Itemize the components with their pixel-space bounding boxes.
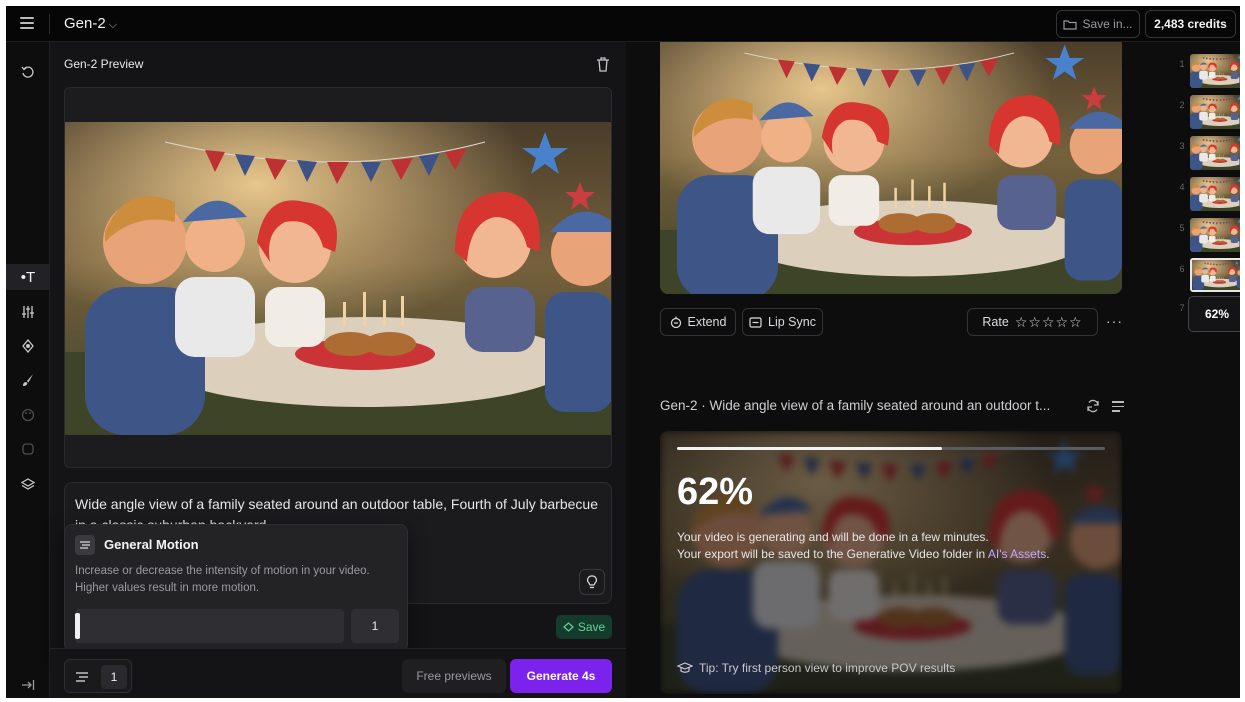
rate-control[interactable]: Rate ☆☆☆☆☆ bbox=[967, 308, 1098, 336]
generation-history: 1 2 3 4 5 6 7 62% bbox=[1176, 42, 1240, 698]
extend-button[interactable]: Extend bbox=[660, 308, 736, 336]
save-button[interactable]: Save bbox=[556, 615, 612, 639]
history-thumbnail[interactable] bbox=[1190, 177, 1240, 211]
chevron-down-icon: ⌵ bbox=[108, 19, 118, 31]
text-tool-icon[interactable]: • T bbox=[6, 264, 50, 290]
tip: Tip: Try first person view to improve PO… bbox=[677, 661, 955, 675]
palette-icon[interactable] bbox=[15, 402, 41, 428]
motion-slider[interactable] bbox=[75, 609, 344, 643]
panel-title: Gen-2 Preview bbox=[64, 57, 144, 71]
thumb-number: 5 bbox=[1179, 223, 1185, 233]
rating-stars[interactable]: ☆☆☆☆☆ bbox=[1015, 314, 1083, 331]
generate-button[interactable]: Generate 4s bbox=[510, 659, 612, 693]
message-prefix: Your export will be saved to the Generat… bbox=[677, 547, 988, 561]
progress-percentage: 62% bbox=[677, 471, 754, 513]
project-title-label: Gen-2 bbox=[64, 15, 106, 32]
lip-sync-label: Lip Sync bbox=[768, 315, 816, 329]
lip-sync-button[interactable]: Lip Sync bbox=[742, 308, 823, 336]
preview-panel: Gen-2 Preview Wide angle view of a famil… bbox=[50, 42, 626, 698]
general-motion-popover: General Motion Increase or decrease the … bbox=[64, 524, 408, 652]
brush-icon[interactable] bbox=[15, 367, 41, 393]
credits-button[interactable]: 2,483 credits bbox=[1145, 10, 1236, 38]
progress-bar bbox=[677, 447, 1105, 450]
list-icon[interactable] bbox=[1112, 401, 1124, 415]
generation-message: Your video is generating and will be don… bbox=[677, 529, 1050, 563]
video-actions: Extend Lip Sync Rate ☆☆☆☆☆ ··· bbox=[660, 308, 1122, 336]
motion-icon bbox=[75, 535, 95, 555]
thumb-number: 1 bbox=[1179, 59, 1185, 69]
sliders-icon[interactable] bbox=[15, 299, 41, 325]
video-image bbox=[660, 42, 1122, 294]
bottom-bar: 1 Free previews Generate 4s bbox=[50, 648, 626, 698]
project-title[interactable]: Gen-2 ⌵ bbox=[64, 15, 117, 32]
slider-thumb[interactable] bbox=[75, 613, 80, 639]
generation-progress-card: 62% Your video is generating and will be… bbox=[660, 431, 1122, 694]
history-thumbnail[interactable] bbox=[1190, 136, 1240, 170]
extend-label: Extend bbox=[687, 315, 727, 329]
history-thumbnail[interactable] bbox=[1190, 95, 1240, 129]
ai-assets-link[interactable]: AI's Assets bbox=[988, 547, 1046, 561]
extend-icon bbox=[670, 316, 681, 328]
lip-sync-icon bbox=[749, 316, 762, 328]
history-thumbnail-progress[interactable]: 62% bbox=[1188, 296, 1240, 332]
camera-move-icon[interactable] bbox=[15, 333, 41, 359]
thumb-number: 2 bbox=[1179, 100, 1185, 110]
credits-label: 2,483 credits bbox=[1154, 17, 1227, 31]
results-area: Extend Lip Sync Rate ☆☆☆☆☆ ··· Gen-2 · W… bbox=[626, 42, 1176, 698]
preview-image bbox=[65, 122, 611, 435]
generation-title: Gen-2 · Wide angle view of a family seat… bbox=[660, 398, 1051, 413]
top-bar: Gen-2 ⌵ Save in... 2,483 credits bbox=[6, 6, 1240, 42]
save-label: Save bbox=[577, 620, 606, 634]
message-line-1: Your video is generating and will be don… bbox=[677, 530, 989, 544]
motion-value-input[interactable]: 1 bbox=[351, 609, 399, 643]
save-in-button[interactable]: Save in... bbox=[1056, 10, 1140, 38]
motion-setting-button[interactable]: 1 bbox=[64, 659, 132, 693]
text-tool-label: T bbox=[26, 268, 36, 286]
folder-icon bbox=[1063, 19, 1078, 30]
thumb-number: 6 bbox=[1179, 264, 1185, 274]
motion-value: 1 bbox=[101, 665, 127, 689]
app-window: Gen-2 ⌵ Save in... 2,483 credits • T Gen… bbox=[6, 6, 1240, 698]
message-line-2: Your export will be saved to the Generat… bbox=[677, 546, 1050, 563]
thumb-number: 3 bbox=[1179, 141, 1185, 151]
message-suffix: . bbox=[1046, 547, 1050, 561]
history-icon[interactable] bbox=[15, 59, 41, 85]
frame-icon[interactable] bbox=[15, 436, 41, 462]
lightbulb-icon[interactable] bbox=[579, 569, 605, 595]
preview-frame bbox=[64, 87, 612, 468]
history-thumbnail-selected[interactable] bbox=[1190, 258, 1240, 292]
history-thumbnail[interactable] bbox=[1190, 218, 1240, 252]
popover-description: Increase or decrease the intensity of mo… bbox=[75, 565, 370, 594]
progress-fill bbox=[677, 447, 943, 450]
motion-icon bbox=[75, 670, 89, 688]
thumb-number: 7 bbox=[1179, 303, 1185, 313]
popover-title: General Motion bbox=[104, 537, 199, 552]
graduation-cap-icon bbox=[677, 662, 693, 673]
history-thumbnail[interactable] bbox=[1190, 54, 1240, 88]
thumb-number: 4 bbox=[1179, 182, 1185, 192]
layers-icon[interactable] bbox=[15, 471, 41, 497]
tool-rail: • T bbox=[6, 42, 50, 698]
save-icon bbox=[562, 622, 574, 632]
free-previews-button[interactable]: Free previews bbox=[402, 659, 506, 693]
divider bbox=[49, 14, 50, 34]
save-in-label: Save in... bbox=[1082, 17, 1133, 31]
trash-icon[interactable] bbox=[596, 56, 610, 72]
tip-text: Tip: Try first person view to improve PO… bbox=[699, 661, 956, 675]
collapse-icon[interactable] bbox=[15, 672, 41, 698]
menu-icon[interactable] bbox=[20, 17, 34, 29]
video-result[interactable] bbox=[660, 42, 1122, 294]
more-options-icon[interactable]: ··· bbox=[1106, 313, 1123, 329]
rate-label: Rate bbox=[982, 315, 1009, 329]
refresh-icon[interactable] bbox=[1086, 399, 1100, 416]
